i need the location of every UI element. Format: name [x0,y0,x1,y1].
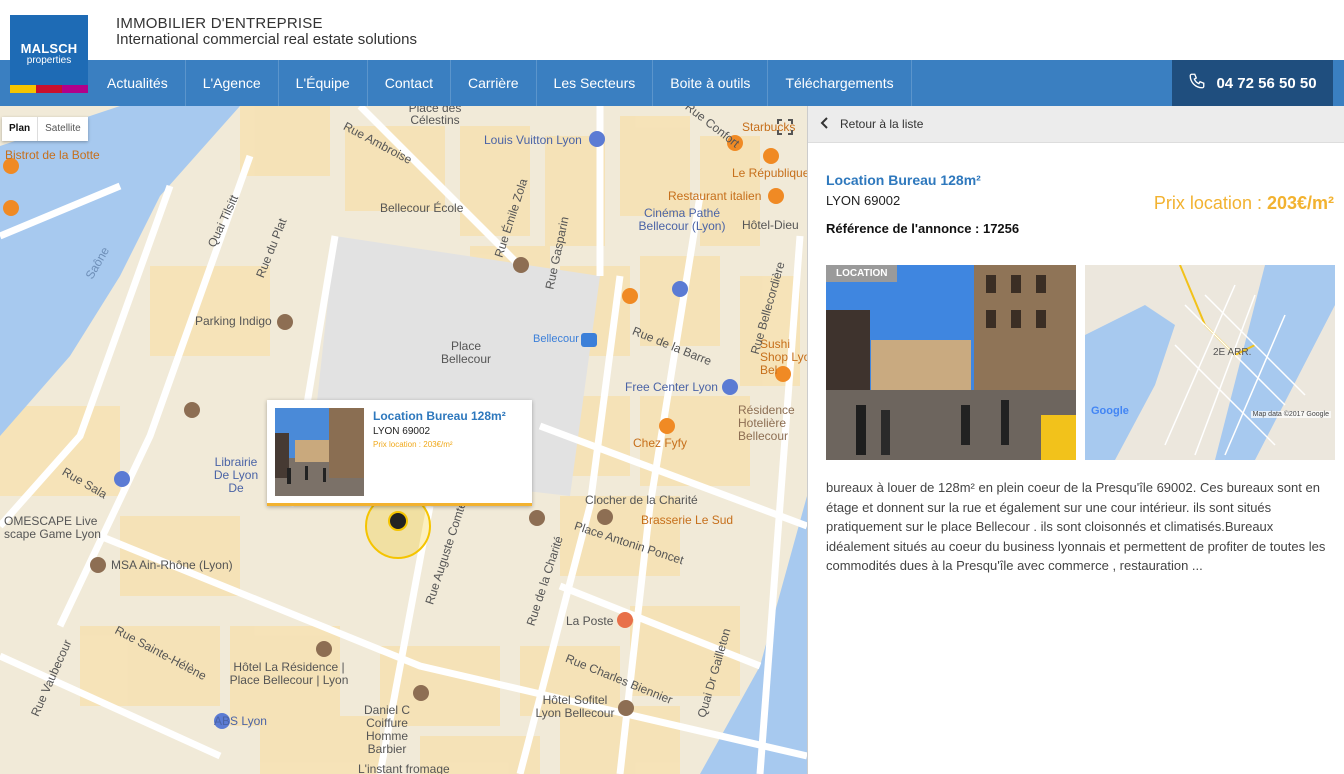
site-header: MALSCH properties IMMOBILIER D'ENTREPRIS… [0,0,1344,93]
main-nav: Actualités L'Agence L'Équipe Contact Car… [0,60,1344,106]
map-label: Chez Fyfy [633,436,688,450]
map-label: Bistrot de la Botte [5,148,100,162]
popup-city: LYON 69002 [373,426,431,437]
tagline-sub: International commercial real estate sol… [116,31,417,48]
map-canvas[interactable]: Place des Célestins Louis Vuitton Lyon S… [0,106,807,774]
popup-title[interactable]: Location Bureau 128m² [373,409,506,423]
popup-thumbnail [275,408,364,496]
phone-icon [1188,72,1206,94]
map-label: Bellecour École [380,201,464,215]
map-popup[interactable]: Location Bureau 128m² LYON 69002 Prix lo… [267,400,532,506]
location-badge: LOCATION [826,265,898,282]
nav-item-agence[interactable]: L'Agence [186,60,279,106]
map-label: Bellecour [533,333,579,345]
nav-item-telechargements[interactable]: Téléchargements [768,60,912,106]
map-label: Brasserie Le Sud [641,513,734,527]
map-label: Louis Vuitton Lyon [484,133,582,147]
location-minimap[interactable]: 2E ARR. Google Map data ©2017 Google [1085,265,1335,460]
map-label: La Poste [566,614,614,628]
listing-city: LYON 69002 [826,193,901,208]
phone-number: 04 72 56 50 50 [1216,74,1317,92]
nav-item-equipe[interactable]: L'Équipe [279,60,368,106]
map-label: Hôtel Sofitel Lyon Bellecour [535,693,615,720]
listing-reference: Référence de l'annonce : 17256 [826,221,1020,236]
map-label: Clocher de la Charité [585,493,698,507]
google-logo: Google [1091,405,1129,417]
nav-item-contact[interactable]: Contact [368,60,451,106]
map-label: Place des Célestins [408,106,462,127]
fullscreen-icon[interactable] [772,114,798,140]
map-satellite-button[interactable]: Satellite [37,117,88,141]
nav-item-boite-outils[interactable]: Boite à outils [653,60,769,106]
map-label: Daniel C Coiffure Homme Barbier [363,703,411,756]
popup-price: Prix location : 203€/m² [373,440,453,449]
nav-item-secteurs[interactable]: Les Secteurs [537,60,654,106]
price-label: Prix location : [1153,193,1267,213]
map-type-toggle: Plan Satellite [2,117,88,141]
price-value: 203€/m² [1266,193,1334,213]
map-label: Place Bellecour [440,339,492,366]
chevron-left-icon [820,116,830,132]
map-label: Le République [732,166,807,180]
listing-photo[interactable]: LOCATION [826,265,1076,460]
listing-price: Prix location : 203€/m² [1154,193,1334,214]
logo-sub: properties [26,55,72,66]
listing-detail-panel: Retour à la liste Location Bureau 128m² … [807,106,1344,774]
map-label: Free Center Lyon [625,380,718,394]
nav-item-carriere[interactable]: Carrière [451,60,537,106]
map-label: OMESCAPE Live scape Game Lyon [4,514,101,541]
map-label: L'instant fromage [358,762,450,774]
malsch-logo[interactable]: MALSCH properties [10,15,88,93]
nav-item-actualites[interactable]: Actualités [90,60,186,106]
map-label: Librairie De Lyon De [213,455,259,495]
map-label: Sushi Shop Lyon Bel [760,337,807,377]
listing-title: Location Bureau 128m² [826,172,981,188]
listing-description: bureaux à louer de 128m² en plein coeur … [826,480,1326,573]
map-label: Cinéma Pathé Bellecour (Lyon) [638,206,726,233]
logo-name: MALSCH [20,41,78,56]
map-label: ABS Lyon [214,714,267,728]
back-label: Retour à la liste [840,117,924,131]
phone-button[interactable]: 04 72 56 50 50 [1172,60,1333,106]
map-plan-button[interactable]: Plan [2,117,37,141]
map-label: MSA Ain-Rhône (Lyon) [111,558,233,572]
map-label: Résidence Hotelière Bellecour [738,403,795,443]
back-to-list-button[interactable]: Retour à la liste [808,106,1344,143]
map-label: Restaurant italien [668,189,762,203]
minimap-district-label: 2E ARR. [1213,347,1252,358]
logo-color-bars [10,85,88,93]
minimap-credit: Map data ©2017 Google [1250,411,1331,418]
tagline-title: IMMOBILIER D'ENTREPRISE [116,15,323,32]
map-label: Hôtel La Résidence | Place Bellecour | L… [229,660,349,687]
map-label: Hôtel-Dieu [742,218,799,232]
map-label: Parking Indigo [195,314,272,328]
